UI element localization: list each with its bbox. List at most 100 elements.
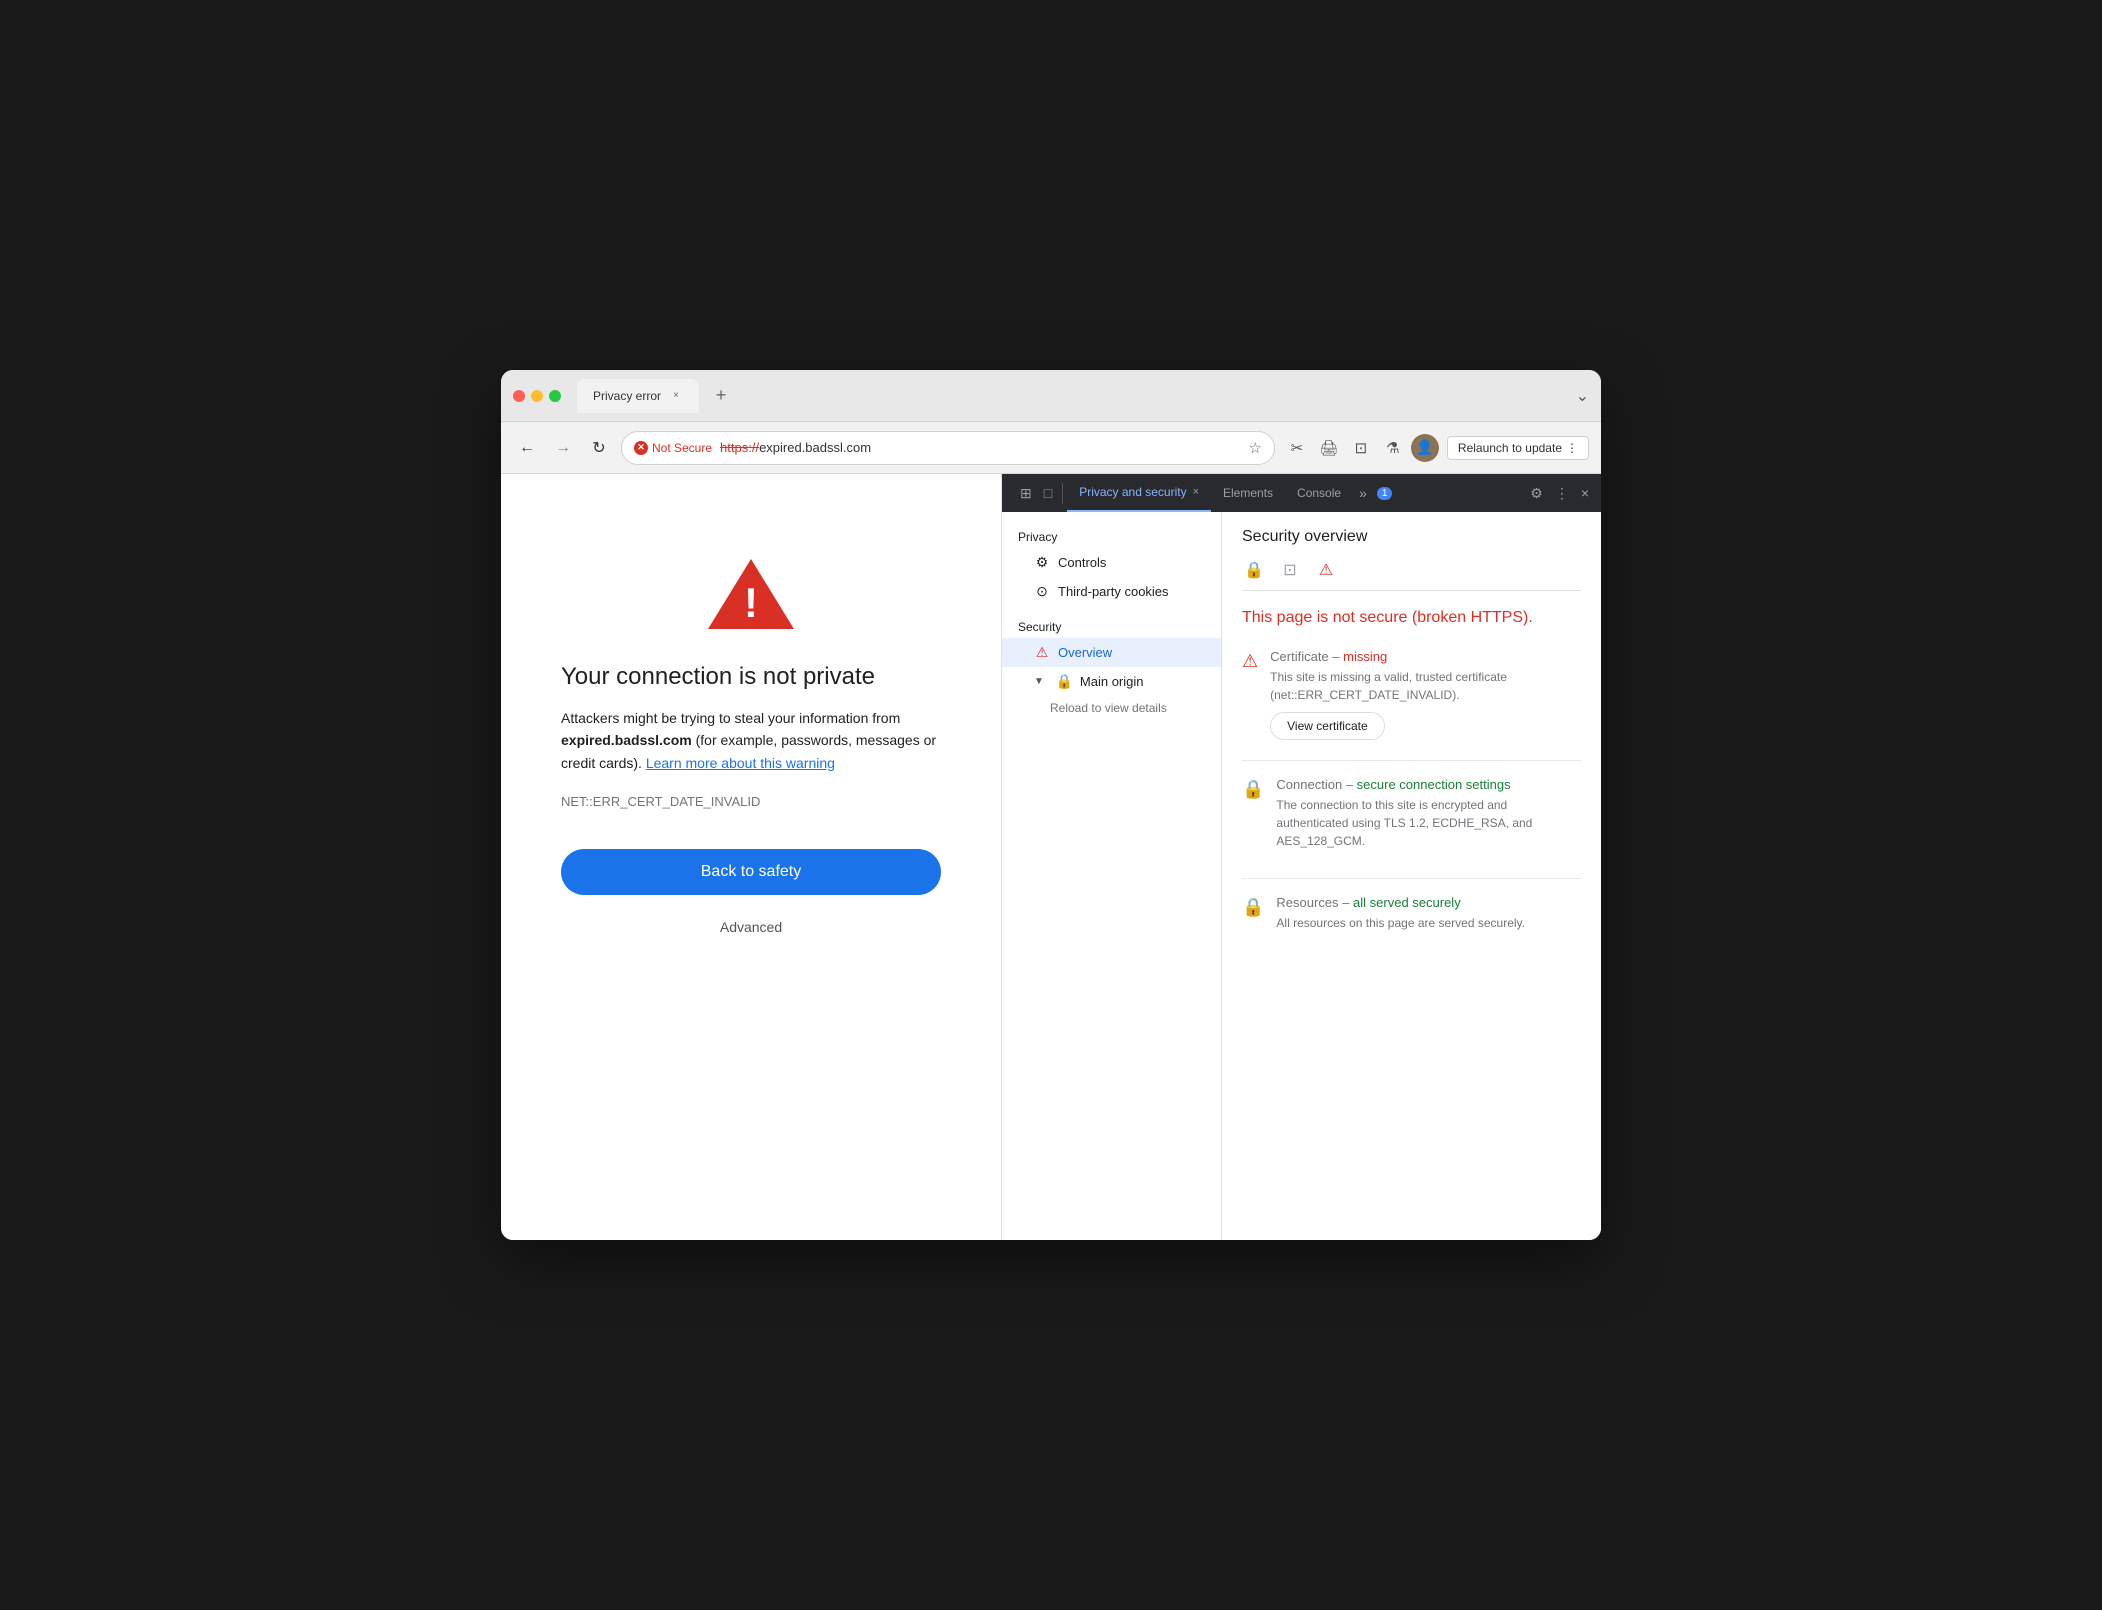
error-desc-prefix: Attackers might be trying to steal your … [561,710,900,726]
url-text: https://expired.badssl.com [720,440,1240,455]
devtools-right-icons: ⚙ ⋮ × [1526,481,1593,506]
error-domain: expired.badssl.com [561,732,692,748]
address-bar[interactable]: ✕ Not Secure https://expired.badssl.com … [621,431,1275,465]
minimize-traffic-light[interactable] [531,390,543,402]
main-origin-label: Main origin [1080,674,1144,689]
error-title: Your connection is not private [561,663,941,691]
traffic-lights [513,390,561,402]
devtools-close-icon[interactable]: × [1577,481,1593,505]
devtools-more-icon[interactable]: ⋮ [1551,481,1573,506]
overview-label: Overview [1058,645,1112,660]
reload-label: Reload to view details [1050,701,1167,715]
error-triangle-icon: ! [706,554,796,634]
warning-sec-icon[interactable]: ⚠ [1314,558,1338,582]
url-domain: expired.badssl.com [759,440,871,455]
tab-console-label: Console [1297,486,1341,500]
reload-subitem[interactable]: Reload to view details [1002,696,1221,720]
relaunch-label: Relaunch to update [1458,441,1562,455]
relaunch-more-icon: ⋮ [1566,441,1578,455]
resources-desc: All resources on this page are served se… [1276,914,1581,932]
resources-label: Resources [1276,895,1338,910]
cert-warning-icon: ⚠ [1242,651,1258,672]
back-button[interactable]: ← [513,434,541,462]
certificate-dash: – [1332,649,1343,664]
bookmark-icon[interactable]: ☆ [1248,439,1261,457]
lock-sec-icon[interactable]: 🔒 [1242,558,1266,582]
connection-lock-icon: 🔒 [1242,779,1264,800]
controls-icon: ⚙ [1034,554,1050,571]
security-section-header: Security [1002,614,1221,638]
overview-warning-icon: ⚠ [1034,644,1050,661]
main-origin-item[interactable]: ▼ 🔒 Main origin [1002,667,1221,696]
main-origin-lock-icon: 🔒 [1056,673,1072,690]
learn-more-link[interactable]: Learn more about this warning [646,755,835,771]
url-protocol: https:// [720,440,759,455]
tab-privacy-security[interactable]: Privacy and security × [1067,474,1211,512]
window-more-button[interactable]: ⌄ [1576,386,1589,406]
tab-title: Privacy error [593,389,661,403]
more-tabs-button[interactable]: » [1353,485,1373,501]
reload-button[interactable]: ↻ [585,434,613,462]
devtools-content: Privacy ⚙ Controls ⊙ Third-party cookies… [1002,512,1601,1240]
title-bar: Privacy error × + ⌄ [501,370,1601,422]
security-icons-row: 🔒 ⊡ ⚠ [1242,558,1581,582]
tab-privacy-security-close[interactable]: × [1193,486,1199,498]
lab-icon[interactable]: ⚗ [1379,434,1407,462]
controls-label: Controls [1058,555,1106,570]
controls-item[interactable]: ⚙ Controls [1002,548,1221,577]
close-traffic-light[interactable] [513,390,525,402]
cookies-label: Third-party cookies [1058,584,1169,599]
cookies-item[interactable]: ⊙ Third-party cookies [1002,577,1221,606]
connection-desc: The connection to this site is encrypted… [1276,796,1581,850]
resources-status[interactable]: all served securely [1353,895,1461,910]
advanced-button[interactable]: Advanced [712,911,790,943]
not-secure-label: Not Secure [652,441,712,455]
certificate-status: missing [1343,649,1387,664]
certificate-title: Certificate – missing [1270,649,1581,664]
back-to-safety-button[interactable]: Back to safety [561,849,941,895]
cookies-icon: ⊙ [1034,583,1050,600]
overview-item[interactable]: ⚠ Overview [1002,638,1221,667]
tab-elements-label: Elements [1223,486,1273,500]
devtools-panel: ⊞ □ Privacy and security × Elements Cons… [1001,474,1601,1240]
device-icon[interactable]: □ [1042,483,1054,503]
view-certificate-button[interactable]: View certificate [1270,712,1384,740]
inspect-icon[interactable]: ⊞ [1018,483,1034,504]
resources-title: Resources – all served securely [1276,895,1581,910]
maximize-traffic-light[interactable] [549,390,561,402]
tab-console[interactable]: Console [1285,474,1353,512]
tab-privacy-security-label: Privacy and security [1079,485,1186,499]
toolbar: ← → ↻ ✕ Not Secure https://expired.badss… [501,422,1601,474]
notification-badge: 1 [1377,487,1393,500]
chevron-down-icon: ▼ [1034,676,1044,687]
separator-2 [1242,878,1581,879]
forward-button[interactable]: → [549,434,577,462]
relaunch-button[interactable]: Relaunch to update ⋮ [1447,436,1589,460]
svg-text:!: ! [744,579,758,626]
screenshot-icon[interactable]: 🖨 [1315,434,1343,462]
certificate-label: Certificate [1270,649,1329,664]
expand-sec-icon[interactable]: ⊡ [1278,558,1302,582]
toolbar-icons: ✂ 🖨 ⊡ ⚗ 👤 [1283,434,1439,462]
browser-window: Privacy error × + ⌄ ← → ↻ ✕ Not Secure h… [501,370,1601,1240]
resources-dash: – [1342,895,1353,910]
error-description: Attackers might be trying to steal your … [561,707,941,774]
cut-icon[interactable]: ✂ [1283,434,1311,462]
connection-status[interactable]: secure connection settings [1357,777,1511,792]
resources-lock-icon: 🔒 [1242,897,1264,918]
devtools-tabs-bar: ⊞ □ Privacy and security × Elements Cons… [1002,474,1601,512]
error-code: NET::ERR_CERT_DATE_INVALID [561,794,941,809]
content-area: ! Your connection is not private Attacke… [501,474,1601,1240]
security-overview-title: Security overview [1242,528,1581,546]
cast-icon[interactable]: ⊡ [1347,434,1375,462]
new-tab-button[interactable]: + [707,382,735,410]
connection-section: 🔒 Connection – secure connection setting… [1242,777,1581,858]
devtools-icons: ⊞ □ [1010,483,1063,504]
devtools-settings-icon[interactable]: ⚙ [1526,481,1547,506]
active-tab[interactable]: Privacy error × [577,379,699,413]
devtools-right-panel: Security overview 🔒 ⊡ ⚠ This page is not… [1222,512,1601,1240]
tab-elements[interactable]: Elements [1211,474,1285,512]
tab-close-button[interactable]: × [669,389,683,403]
error-icon-container: ! [706,554,796,639]
profile-avatar[interactable]: 👤 [1411,434,1439,462]
